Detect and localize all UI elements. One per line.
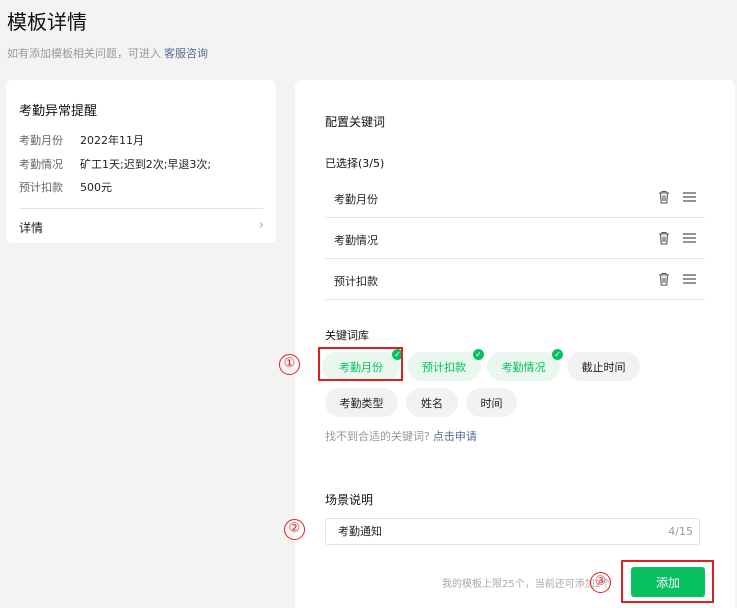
selected-count-label: 已选择(3/5) — [325, 157, 385, 170]
keyword-chip[interactable]: 考勤情况 ✓ — [487, 349, 563, 381]
detail-link[interactable]: 详情 — [19, 219, 43, 236]
template-name: 考勤异常提醒 — [19, 104, 98, 119]
selected-keyword-label: 考勤月份 — [334, 193, 378, 206]
trash-icon[interactable] — [658, 231, 670, 245]
check-icon: ✓ — [552, 349, 563, 360]
config-card: 配置关键词 已选择(3/5) 考勤月份 考勤情况 预计扣款 关键词库 考勤月份 … — [295, 80, 735, 608]
not-found-hint: 找不到合适的关键词? 点击申请 — [325, 428, 477, 444]
keyword-chip[interactable]: 时间 — [466, 388, 517, 417]
not-found-text: 找不到合适的关键词? — [325, 430, 430, 443]
annotation-box-add — [621, 560, 714, 603]
scene-input-value: 考勤通知 — [338, 525, 382, 538]
trash-icon[interactable] — [658, 272, 670, 286]
config-title: 配置关键词 — [325, 115, 386, 129]
apply-keyword-link[interactable]: 点击申请 — [433, 430, 477, 443]
keyword-chip[interactable]: 预计扣款 ✓ — [407, 349, 484, 381]
keyword-chip-label: 考勤情况 — [501, 360, 546, 374]
page-title: 模板详情 — [7, 10, 87, 34]
hint-text: 如有添加模板相关问题，可进入 — [7, 47, 161, 60]
summary-row: 预计扣款 500元 — [19, 179, 112, 195]
drag-handle-icon[interactable] — [683, 274, 696, 284]
customer-service-link[interactable]: 客服咨询 — [164, 47, 208, 60]
template-limit-note: 我的模板上限25个，当前还可添加2个 — [442, 579, 612, 590]
drag-handle-icon[interactable] — [683, 233, 696, 243]
keyword-chip-label: 姓名 — [421, 396, 443, 410]
selected-keyword-item: 预计扣款 — [325, 259, 705, 300]
keyword-chip-label: 预计扣款 — [422, 360, 466, 374]
annotation-number-1: ① — [279, 354, 300, 375]
keyword-library-label: 关键词库 — [325, 329, 369, 342]
keyword-chip[interactable]: 姓名 — [406, 388, 458, 417]
summary-row: 考勤月份 2022年11月 — [19, 132, 144, 148]
summary-value: 矿工1天;迟到2次;早退3次; — [80, 158, 212, 171]
scene-label: 场景说明 — [325, 493, 374, 507]
annotation-number-2: ② — [284, 519, 305, 540]
summary-key: 预计扣款 — [19, 181, 63, 194]
trash-icon[interactable] — [658, 190, 670, 204]
keyword-chip-label: 考勤类型 — [339, 396, 384, 410]
summary-row: 考勤情况 矿工1天;迟到2次;早退3次; — [19, 156, 211, 172]
keyword-chip[interactable]: 截止时间 — [567, 352, 640, 381]
summary-value: 500元 — [80, 181, 112, 194]
selected-keyword-item: 考勤情况 — [325, 218, 705, 259]
selected-keyword-item: 考勤月份 — [325, 177, 705, 218]
selected-keyword-list: 考勤月份 考勤情况 预计扣款 — [325, 177, 705, 300]
summary-key: 考勤情况 — [19, 158, 63, 171]
chevron-right-icon[interactable]: › — [259, 218, 264, 233]
summary-divider — [19, 208, 263, 209]
keyword-chip-label: 时间 — [480, 396, 503, 410]
selected-keyword-label: 预计扣款 — [334, 275, 378, 288]
template-summary-card: 考勤异常提醒 考勤月份 2022年11月 考勤情况 矿工1天;迟到2次;早退3次; … — [6, 80, 276, 243]
selected-keyword-label: 考勤情况 — [334, 234, 378, 247]
scene-input[interactable]: 考勤通知 4/15 — [325, 518, 700, 545]
summary-value: 2022年11月 — [80, 134, 144, 147]
drag-handle-icon[interactable] — [683, 192, 696, 202]
annotation-box-keyword — [318, 347, 403, 381]
summary-key: 考勤月份 — [19, 134, 63, 147]
scene-char-count: 4/15 — [668, 525, 693, 538]
keyword-chip-label: 截止时间 — [581, 360, 626, 374]
annotation-number-3: ③ — [590, 572, 611, 593]
hint-line: 如有添加模板相关问题，可进入 客服咨询 — [7, 45, 208, 61]
keyword-chip[interactable]: 考勤类型 — [325, 388, 398, 417]
check-icon: ✓ — [473, 349, 484, 360]
